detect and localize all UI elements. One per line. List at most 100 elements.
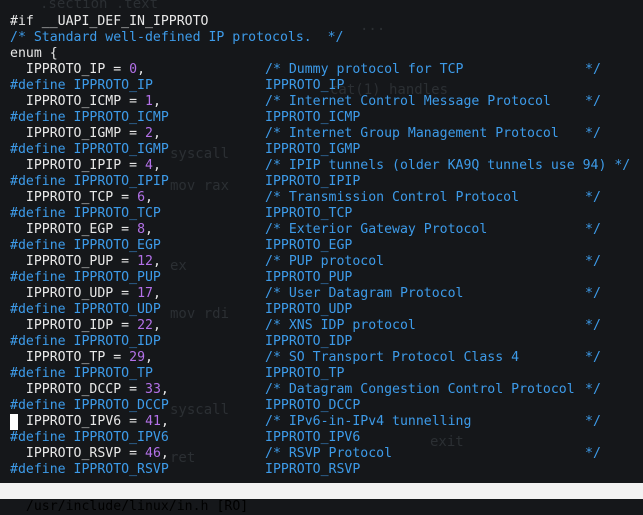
enum-member: IPPROTO_IP = 0, [10, 62, 145, 78]
enum-member-line: IPPROTO_ICMP = 1, /* Internet Control Mes… [0, 94, 643, 110]
equals-sign: = [113, 318, 138, 333]
define-directive: #define IPPROTO_TP [10, 366, 153, 381]
equals-sign: = [121, 158, 145, 173]
define-line: #define IPPROTO_IPV6 IPPROTO_IPV6 [0, 430, 643, 446]
define-value: IPPROTO_PUP [265, 270, 353, 285]
member-name: IPPROTO_RSVP [25, 446, 122, 461]
member-comment: /* User Datagram Protocol [265, 286, 464, 301]
define-value: IPPROTO_EGP [265, 238, 353, 253]
member-comment: /* Internet Control Message Protocol [265, 94, 551, 109]
comma: , [160, 382, 169, 397]
member-name: IPPROTO_UDP [25, 286, 114, 301]
comma: , [137, 62, 146, 77]
member-comment: /* Datagram Congestion Control Protocol [265, 382, 575, 397]
enum-member-line: IPPROTO_TCP = 6, /* Transmission Control … [0, 190, 643, 206]
enum-member-line: IPPROTO_DCCP = 33, /* Datagram Congestion… [0, 382, 643, 398]
member-comment: /* IPIP tunnels (older KA9Q tunnels use … [265, 158, 631, 173]
enum-member: IPPROTO_IPV6 = 41, [10, 414, 169, 430]
enum-member: IPPROTO_ICMP = 1, [10, 94, 161, 110]
define-value: IPPROTO_TP [265, 366, 345, 381]
member-name: IPPROTO_ICMP [25, 94, 122, 109]
member-value: 0 [129, 62, 138, 77]
enum-entries: IPPROTO_IP = 0, /* Dummy protocol for TCP… [0, 62, 643, 478]
comma: , [152, 254, 161, 269]
define-directive: #define IPPROTO_EGP [10, 238, 161, 253]
define-value: IPPROTO_IP [265, 78, 345, 93]
member-comment: /* Internet Group Management Protocol [265, 126, 559, 141]
enum-member-line: IPPROTO_PUP = 12, /* PUP protocol */ [0, 254, 643, 270]
define-value: IPPROTO_DCCP [265, 398, 361, 413]
comma: , [152, 126, 161, 141]
equals-sign: = [121, 94, 145, 109]
enum-member: IPPROTO_PUP = 12, [10, 254, 161, 270]
enum-member-line: IPPROTO_IGMP = 2, /* Internet Group Manag… [0, 126, 643, 142]
member-value: 33 [145, 382, 161, 397]
comment-close: */ [585, 190, 601, 205]
member-comment: /* SO Transport Protocol Class 4 [265, 350, 520, 365]
member-value: 41 [145, 414, 161, 429]
define-directive: #define IPPROTO_IP [10, 78, 153, 93]
enum-member: IPPROTO_IDP = 22, [10, 318, 161, 334]
member-name: IPPROTO_IP [25, 62, 106, 77]
member-comment: /* Transmission Control Protocol [265, 190, 520, 205]
member-name: IPPROTO_EGP [25, 222, 114, 237]
define-value: IPPROTO_IPIP [265, 174, 361, 189]
comment-close: */ [585, 414, 601, 429]
enum-member: IPPROTO_TP = 29, [10, 350, 153, 366]
enum-member: IPPROTO_UDP = 17, [10, 286, 161, 302]
comma: , [145, 222, 153, 237]
define-line: #define IPPROTO_TCP IPPROTO_TCP [0, 206, 643, 222]
member-name: IPPROTO_IDP [25, 318, 114, 333]
define-directive: #define IPPROTO_RSVP [10, 462, 169, 477]
enum-member: IPPROTO_EGP = 8, [10, 222, 153, 238]
define-directive: #define IPPROTO_UDP [10, 302, 161, 317]
enum-member-line: IPPROTO_TP = 29, /* SO Transport Protocol… [0, 350, 643, 366]
enum-member-line: IPPROTO_IP = 0, /* Dummy protocol for TCP… [0, 62, 643, 78]
define-directive: #define IPPROTO_DCCP [10, 398, 169, 413]
equals-sign: = [121, 446, 145, 461]
enum-member: IPPROTO_TCP = 6, [10, 190, 153, 206]
define-line: #define IPPROTO_IP IPPROTO_IP [0, 78, 643, 94]
define-value: IPPROTO_IPV6 [265, 430, 361, 445]
enum-member: IPPROTO_IGMP = 2, [10, 126, 161, 142]
member-name: IPPROTO_IPV6 [25, 414, 122, 429]
define-directive: #define IPPROTO_IPIP [10, 174, 169, 189]
equals-sign: = [113, 254, 138, 269]
comma: , [145, 190, 153, 205]
define-line: #define IPPROTO_IPIP IPPROTO_IPIP [0, 174, 643, 190]
member-comment: /* Exterior Gateway Protocol [265, 222, 488, 237]
define-value: IPPROTO_TCP [265, 206, 353, 221]
comment-close: */ [585, 446, 601, 461]
define-directive: #define IPPROTO_ICMP [10, 110, 169, 125]
equals-sign: = [113, 286, 138, 301]
define-directive: #define IPPROTO_IDP [10, 334, 161, 349]
member-comment: /* XNS IDP protocol [265, 318, 416, 333]
comma: , [145, 350, 153, 365]
comment-close: */ [585, 254, 601, 269]
equals-sign: = [105, 350, 130, 365]
comment-close: */ [585, 286, 601, 301]
enum-member-line: IPPROTO_IPV6 = 41, /* IPv6-in-IPv4 tunnel… [0, 414, 643, 430]
enum-member: IPPROTO_IPIP = 4, [10, 158, 161, 174]
define-line: #define IPPROTO_PUP IPPROTO_PUP [0, 270, 643, 286]
member-name: IPPROTO_TCP [25, 190, 114, 205]
comment-close: */ [585, 62, 601, 77]
define-line: #define IPPROTO_IGMP IPPROTO_IGMP [0, 142, 643, 158]
member-comment: /* PUP protocol [265, 254, 385, 269]
comment-close: */ [585, 382, 601, 397]
member-name: IPPROTO_IPIP [25, 158, 122, 173]
preprocessor-if: #if __UAPI_DEF_IN_IPPROTO [10, 14, 209, 29]
comma: , [160, 446, 169, 461]
member-value: 6 [137, 190, 146, 205]
enum-member-line: IPPROTO_RSVP = 46, /* RSVP Protocol */ [0, 446, 643, 462]
member-name: IPPROTO_TP [25, 350, 106, 365]
code-editor[interactable]: #if __UAPI_DEF_IN_IPPROTO /* Standard we… [0, 14, 643, 478]
comma: , [152, 94, 161, 109]
comment-close: */ [585, 318, 601, 333]
define-line: #define IPPROTO_EGP IPPROTO_EGP [0, 238, 643, 254]
comma: , [152, 286, 161, 301]
member-value: 29 [129, 350, 146, 365]
code-line: #if __UAPI_DEF_IN_IPPROTO [0, 14, 643, 30]
define-value: IPPROTO_UDP [265, 302, 353, 317]
define-directive: #define IPPROTO_PUP [10, 270, 161, 285]
